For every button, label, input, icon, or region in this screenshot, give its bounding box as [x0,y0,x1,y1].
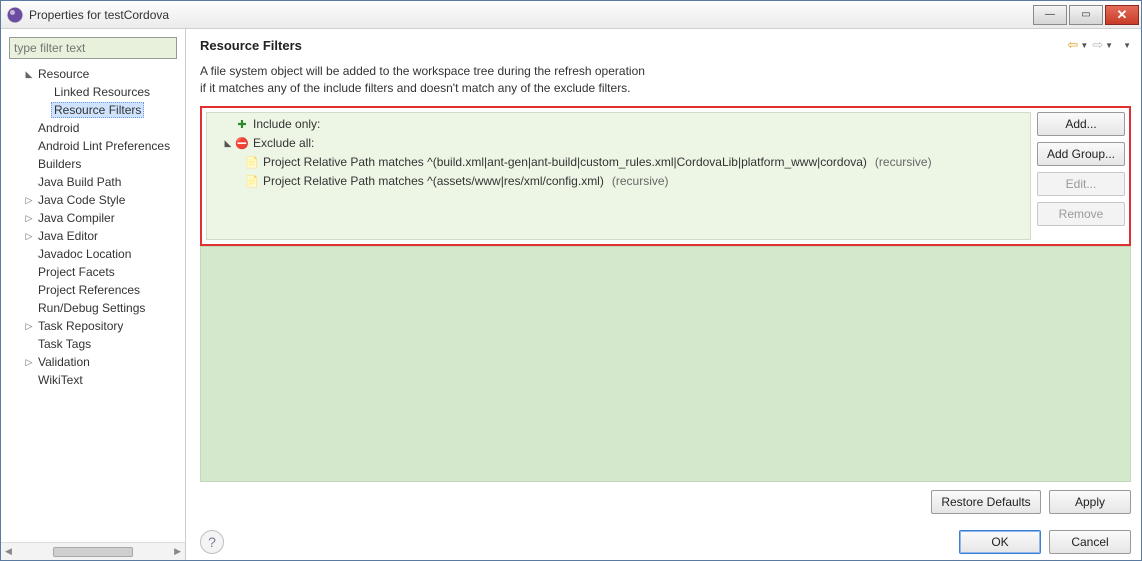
filter-button-column: Add... Add Group... Edit... Remove [1037,112,1125,240]
tree-horizontal-scrollbar[interactable]: ◀ ▶ [1,542,185,560]
tree-item[interactable]: Linked Resources [5,83,185,101]
tree-item-label: Task Repository [35,318,126,334]
tree-item-label: Java Build Path [35,174,124,190]
description-line-2: if it matches any of the include filters… [200,80,1131,97]
exclude-icon [235,136,249,150]
forward-icon: ⇨ [1092,37,1103,53]
tree-item[interactable]: ▷Java Code Style [5,191,185,209]
tree-item-label: Java Compiler [35,210,118,226]
tree-item[interactable]: ▷Java Compiler [5,209,185,227]
tree-item-label: Resource Filters [51,102,144,118]
tree-item-label: Resource [35,66,92,82]
maximize-button[interactable]: ▭ [1069,5,1103,25]
tree-item-label: Builders [35,156,84,172]
header-nav: ⇦ ▼ ⇨ ▼ ▼ [1067,37,1131,53]
tree-item[interactable]: Android Lint Preferences [5,137,185,155]
tree-item-label: Task Tags [35,336,94,352]
tree-item-label: WikiText [35,372,86,388]
exclude-label: Exclude all: [253,136,314,150]
tree-item-label: Project References [35,282,143,298]
expander-icon[interactable]: ▷ [23,231,35,242]
window-title: Properties for testCordova [29,8,1033,22]
tree-item[interactable]: Android [5,119,185,137]
page-title: Resource Filters [200,38,302,53]
include-label: Include only: [253,117,320,131]
tree-item-label: Android Lint Preferences [35,138,173,154]
tree-item-label: Validation [35,354,93,370]
description-line-1: A file system object will be added to th… [200,63,1131,80]
back-menu-icon[interactable]: ▼ [1080,41,1088,50]
add-group-button[interactable]: Add Group... [1037,142,1125,166]
tree-item-label: Android [35,120,82,136]
scrollbar-thumb[interactable] [53,547,133,557]
tree-item[interactable]: Project Facets [5,263,185,281]
filters-highlight-box: Include only: ◣ Exclude all: Project Rel… [200,106,1131,246]
title-bar: Properties for testCordova — ▭ ✕ [1,1,1141,29]
tree-item-label: Java Code Style [35,192,128,208]
tree-item[interactable]: Javadoc Location [5,245,185,263]
exclude-group[interactable]: ◣ Exclude all: [211,134,1026,153]
remove-button: Remove [1037,202,1125,226]
filter-rule-1[interactable]: Project Relative Path matches ^(build.xm… [211,153,1026,172]
tree-item-label: Linked Resources [51,84,153,100]
tree-item[interactable]: ▷Validation [5,353,185,371]
ok-button[interactable]: OK [959,530,1041,554]
tree-item[interactable]: Resource Filters [5,101,185,119]
expander-icon[interactable]: ▷ [23,213,35,224]
rule-suffix: (recursive) [612,174,669,188]
expander-icon[interactable]: ◣ [23,69,35,80]
add-button[interactable]: Add... [1037,112,1125,136]
include-icon [235,117,249,131]
tree-item[interactable]: ▷Task Repository [5,317,185,335]
tree-item[interactable]: WikiText [5,371,185,389]
filter-input[interactable] [14,41,172,55]
tree-item-label: Javadoc Location [35,246,134,262]
tree-item[interactable]: Task Tags [5,335,185,353]
app-icon [7,7,23,23]
tree-item-label: Project Facets [35,264,118,280]
expander-icon[interactable]: ◣ [221,138,235,149]
filters-tree[interactable]: Include only: ◣ Exclude all: Project Rel… [206,112,1031,240]
tree-item[interactable]: Builders [5,155,185,173]
left-panel: ◣ResourceLinked ResourcesResource Filter… [1,29,186,560]
rule-text: Project Relative Path matches ^(assets/w… [263,174,604,188]
cancel-button[interactable]: Cancel [1049,530,1131,554]
forward-menu-icon[interactable]: ▼ [1105,41,1113,50]
back-icon[interactable]: ⇦ [1067,37,1078,53]
file-icon [245,155,259,169]
minimize-button[interactable]: — [1033,5,1067,25]
right-panel: Resource Filters ⇦ ▼ ⇨ ▼ ▼ A file system… [186,29,1141,560]
close-button[interactable]: ✕ [1105,5,1139,25]
filter-rule-2[interactable]: Project Relative Path matches ^(assets/w… [211,172,1026,191]
rule-suffix: (recursive) [875,155,932,169]
restore-defaults-button[interactable]: Restore Defaults [931,490,1041,514]
page-menu-icon[interactable]: ▼ [1123,41,1131,50]
file-icon [245,174,259,188]
filters-details-area [200,246,1131,482]
include-group[interactable]: Include only: [211,115,1026,134]
expander-icon[interactable]: ▷ [23,321,35,332]
help-button[interactable]: ? [200,530,224,554]
apply-button[interactable]: Apply [1049,490,1131,514]
expander-icon[interactable]: ▷ [23,195,35,206]
tree-item-label: Java Editor [35,228,101,244]
expander-icon[interactable]: ▷ [23,357,35,368]
edit-button: Edit... [1037,172,1125,196]
tree-item[interactable]: Run/Debug Settings [5,299,185,317]
tree-item[interactable]: ◣Resource [5,65,185,83]
rule-text: Project Relative Path matches ^(build.xm… [263,155,867,169]
tree-item-label: Run/Debug Settings [35,300,148,316]
filter-box[interactable] [9,37,177,59]
nav-tree[interactable]: ◣ResourceLinked ResourcesResource Filter… [1,63,185,542]
tree-item[interactable]: ▷Java Editor [5,227,185,245]
tree-item[interactable]: Java Build Path [5,173,185,191]
tree-item[interactable]: Project References [5,281,185,299]
